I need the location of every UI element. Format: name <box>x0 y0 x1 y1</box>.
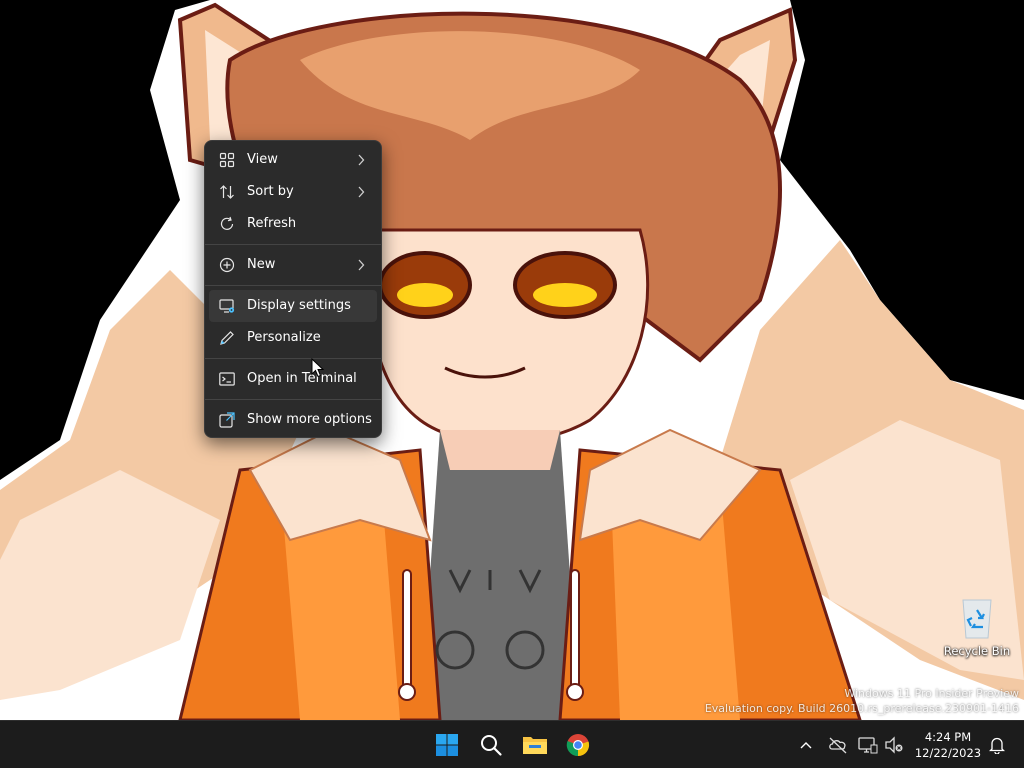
file-explorer-icon <box>523 737 547 754</box>
recycle-bin-label: Recycle Bin <box>943 644 1011 658</box>
plus-circle-icon <box>219 257 235 273</box>
recycle-bin-icon <box>962 599 992 639</box>
desktop-screen: View Sort by Refresh New Display setting… <box>0 0 1024 768</box>
show-hidden-icons-button[interactable] <box>796 733 816 757</box>
notifications-button[interactable] <box>986 733 1008 757</box>
terminal-icon <box>219 372 235 386</box>
clock-date: 12/22/2023 <box>914 746 982 760</box>
menu-item-label: Display settings <box>247 298 351 313</box>
chevron-right-icon <box>358 154 365 166</box>
chrome-icon <box>566 734 590 757</box>
menu-separator <box>205 399 381 400</box>
menu-item-new[interactable]: New <box>209 249 377 281</box>
menu-item-open-in-terminal[interactable]: Open in Terminal <box>209 363 377 395</box>
desktop-context-menu: View Sort by Refresh New Display setting… <box>204 140 382 438</box>
monitor-icon <box>858 737 878 754</box>
menu-item-label: New <box>247 257 276 272</box>
recycle-bin-desktop-icon[interactable]: Recycle Bin <box>940 596 1014 662</box>
network-off-icon <box>829 737 847 754</box>
menu-item-label: Open in Terminal <box>247 371 357 386</box>
menu-item-label: Refresh <box>247 216 297 231</box>
evaluation-watermark: Windows 11 Pro Insider Preview Evaluatio… <box>705 686 1019 716</box>
grid-view-icon <box>219 152 235 168</box>
chrome-button[interactable] <box>558 725 598 765</box>
menu-item-sort-by[interactable]: Sort by <box>209 176 377 208</box>
pen-icon <box>220 331 234 345</box>
quick-settings-button[interactable] <box>856 733 906 757</box>
taskbar: 4:24 PM 12/22/2023 <box>0 720 1024 768</box>
volume-muted-icon <box>885 736 903 754</box>
menu-item-label: View <box>247 152 278 167</box>
clock-time: 4:24 PM <box>924 730 972 744</box>
chevron-right-icon <box>358 186 365 198</box>
taskbar-clock[interactable]: 4:24 PM 12/22/2023 <box>912 729 984 761</box>
search-icon <box>481 735 502 756</box>
watermark-line2: Evaluation copy. Build 26010.rs_prerelea… <box>704 702 1019 715</box>
notification-bell-icon <box>989 737 1005 754</box>
mouse-cursor-icon <box>311 358 325 378</box>
menu-separator <box>205 358 381 359</box>
start-windows-icon <box>436 734 458 756</box>
menu-item-display-settings[interactable]: Display settings <box>209 290 377 322</box>
menu-item-show-more-options[interactable]: Show more options <box>209 404 377 436</box>
search-button[interactable] <box>471 725 511 765</box>
file-explorer-button[interactable] <box>515 725 555 765</box>
chevron-right-icon <box>358 259 365 271</box>
wallpaper-illustration[interactable] <box>0 0 1024 720</box>
refresh-icon <box>220 216 234 230</box>
menu-item-personalize[interactable]: Personalize <box>209 322 377 354</box>
sort-arrows-icon <box>220 185 234 199</box>
display-settings-icon <box>219 299 235 313</box>
menu-item-label: Sort by <box>247 184 294 199</box>
onedrive-status-button[interactable] <box>826 733 850 757</box>
show-more-icon <box>219 412 235 428</box>
start-button[interactable] <box>427 725 467 765</box>
menu-separator <box>205 244 381 245</box>
chevron-up-icon <box>800 742 812 749</box>
menu-item-label: Show more options <box>247 412 372 427</box>
menu-separator <box>205 285 381 286</box>
watermark-line1: Windows 11 Pro Insider Preview <box>844 687 1019 700</box>
menu-item-label: Personalize <box>247 330 321 345</box>
menu-item-view[interactable]: View <box>209 144 377 176</box>
menu-item-refresh[interactable]: Refresh <box>209 208 377 240</box>
